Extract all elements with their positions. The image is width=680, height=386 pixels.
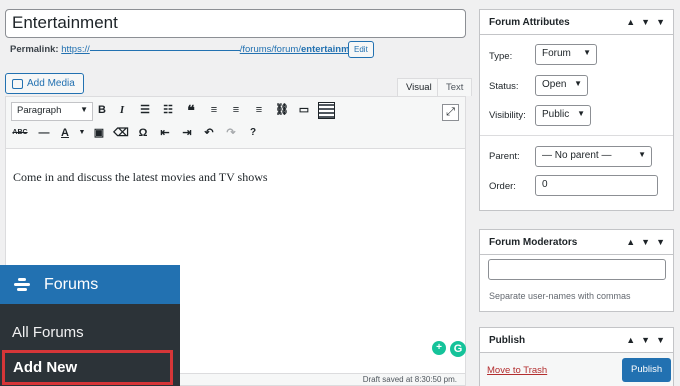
- forum-moderators-box: Forum Moderators ▲ ▼ ▼ Separate user-names…: [479, 229, 674, 312]
- visibility-label: Visibility:: [489, 110, 526, 121]
- special-character-icon[interactable]: Ω: [135, 125, 151, 141]
- editor-content[interactable]: Come in and discuss the latest movies an…: [13, 170, 268, 185]
- align-left-icon[interactable]: ≡: [206, 102, 222, 118]
- publish-box: Publish ▲ ▼ ▼ Move to Trash Publish: [479, 327, 674, 386]
- toolbar-toggle-icon[interactable]: [318, 102, 335, 119]
- divider: [480, 135, 673, 136]
- blockquote-icon[interactable]: ❝: [183, 102, 199, 118]
- grammarly-icon[interactable]: G: [450, 341, 466, 357]
- help-icon[interactable]: ?: [245, 125, 261, 141]
- horizontal-line-icon[interactable]: —: [36, 125, 52, 141]
- menu-item-add-new[interactable]: Add New: [2, 350, 173, 385]
- status-select[interactable]: Open ▼: [535, 75, 588, 96]
- numbered-list-icon[interactable]: ☷: [160, 102, 176, 118]
- status-label: Status:: [489, 81, 519, 92]
- add-media-button[interactable]: Add Media: [5, 73, 84, 94]
- moderators-hint: Separate user-names with commas: [489, 291, 631, 301]
- undo-icon[interactable]: ↶: [201, 125, 217, 141]
- permalink-label: Permalink:: [10, 44, 59, 55]
- forum-attributes-title: Forum Attributes: [489, 16, 570, 28]
- bold-icon[interactable]: B: [94, 102, 110, 118]
- format-select[interactable]: Paragraph ▼: [11, 102, 93, 121]
- menu-item-all-forums[interactable]: All Forums: [0, 324, 180, 350]
- permalink: Permalink: https:///forums/forum/enterta…: [10, 44, 366, 55]
- move-up-icon[interactable]: ▲: [626, 237, 635, 247]
- align-center-icon[interactable]: ≡: [228, 102, 244, 118]
- menu-forums-label: Forums: [44, 275, 99, 293]
- toggle-panel-icon[interactable]: ▼: [656, 237, 665, 247]
- move-down-icon[interactable]: ▼: [641, 335, 650, 345]
- visibility-select[interactable]: Public ▼: [535, 105, 591, 126]
- grammarly-widget[interactable]: + G: [432, 341, 466, 357]
- move-to-trash-link[interactable]: Move to Trash: [487, 365, 547, 376]
- forum-attributes-header: Forum Attributes ▲ ▼ ▼: [480, 10, 673, 35]
- toggle-panel-icon[interactable]: ▼: [656, 17, 665, 27]
- publish-title: Publish: [489, 334, 526, 346]
- publish-button[interactable]: Publish: [622, 358, 672, 382]
- menu-forums-header[interactable]: Forums: [0, 265, 180, 304]
- parent-select[interactable]: — No parent — ▼: [535, 146, 652, 167]
- permalink-link[interactable]: https:///forums/forum/entertainment/: [61, 44, 366, 55]
- indent-icon[interactable]: ⇥: [179, 125, 195, 141]
- text-color-dropdown-icon[interactable]: ▼: [74, 125, 90, 141]
- forums-icon: [14, 277, 30, 293]
- parent-label: Parent:: [489, 151, 520, 162]
- link-icon[interactable]: ⛓: [274, 102, 290, 118]
- media-icon: [12, 78, 23, 89]
- order-input[interactable]: 0: [535, 175, 658, 196]
- add-media-label: Add Media: [27, 78, 75, 89]
- paste-text-icon[interactable]: ▣: [91, 125, 107, 141]
- grammarly-plus-icon[interactable]: +: [432, 341, 446, 355]
- italic-icon[interactable]: I: [114, 102, 130, 118]
- moderators-input[interactable]: [488, 259, 666, 280]
- fullscreen-icon[interactable]: ⤢: [442, 104, 459, 121]
- move-down-icon[interactable]: ▼: [641, 237, 650, 247]
- post-title-input[interactable]: Entertainment: [5, 9, 466, 38]
- admin-menu: Forums All Forums Add New: [0, 265, 180, 386]
- clear-formatting-icon[interactable]: ⌫: [113, 125, 129, 141]
- forum-attributes-box: Forum Attributes ▲ ▼ ▼ Type: Forum ▼ Status…: [479, 9, 674, 211]
- tab-text[interactable]: Text: [437, 78, 473, 96]
- move-down-icon[interactable]: ▼: [641, 17, 650, 27]
- editor-toolbar: Paragraph ▼ B I ☰ ☷ ❝ ≡ ≡ ≡ ⛓ ▭ ⤢ ABC — A…: [6, 97, 465, 149]
- move-up-icon[interactable]: ▲: [626, 335, 635, 345]
- forum-moderators-header: Forum Moderators ▲ ▼ ▼: [480, 230, 673, 255]
- type-select[interactable]: Forum ▼: [535, 44, 597, 65]
- tab-visual[interactable]: Visual: [397, 78, 441, 96]
- move-up-icon[interactable]: ▲: [626, 17, 635, 27]
- more-tag-icon[interactable]: ▭: [296, 102, 312, 118]
- type-label: Type:: [489, 51, 513, 62]
- bullet-list-icon[interactable]: ☰: [137, 102, 153, 118]
- text-color-icon[interactable]: A: [57, 125, 73, 141]
- toggle-panel-icon[interactable]: ▼: [656, 335, 665, 345]
- publish-header: Publish ▲ ▼ ▼: [480, 328, 673, 353]
- strikethrough-icon[interactable]: ABC: [12, 125, 28, 141]
- forum-moderators-title: Forum Moderators: [489, 236, 578, 248]
- align-right-icon[interactable]: ≡: [251, 102, 267, 118]
- redo-icon[interactable]: ↷: [223, 125, 239, 141]
- outdent-icon[interactable]: ⇤: [157, 125, 173, 141]
- permalink-edit-button[interactable]: Edit: [348, 41, 374, 58]
- order-label: Order:: [489, 181, 516, 192]
